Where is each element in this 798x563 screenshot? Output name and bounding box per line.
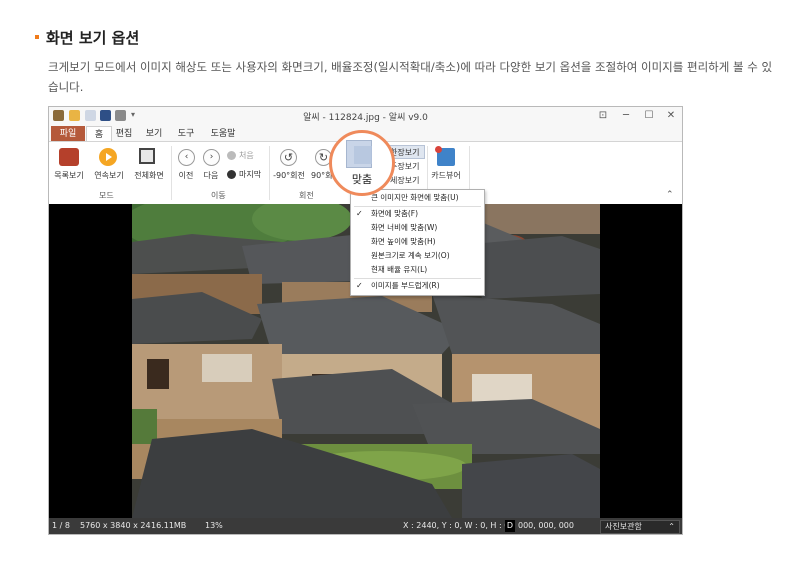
chevron-up-icon: ⌃ (668, 522, 675, 531)
group-divider (171, 146, 172, 200)
menu-item-fit-height[interactable]: 화면 높이에 맞춤(H) (351, 235, 484, 249)
prev-arrow-icon[interactable]: ‹ (178, 149, 195, 166)
first-icon[interactable] (227, 151, 236, 160)
photo-box-button[interactable]: 사진보관함 ⌃ (600, 520, 680, 534)
status-bar: 1 / 8 5760 x 3840 x 24 16.11MB 13% X : 2… (49, 518, 682, 534)
fit-button-callout: 맞춤 (329, 130, 395, 196)
fullscreen-button[interactable]: 전체화면 (129, 170, 169, 181)
menu-item-keep-zoom[interactable]: 현재 배율 유지(L) (351, 263, 484, 277)
cursor-coordinates: X : 2440, Y : 0, W : 0, H : 0 (403, 521, 510, 530)
move-group-label: 이동 (211, 191, 226, 200)
title-bar: ▾ 알씨 - 112824.jpg - 알씨 v9.0 ⊡ ─ ☐ ✕ (49, 107, 682, 125)
menu-item-original-size[interactable]: 원본크기로 계속 보기(O) (351, 249, 484, 263)
checkmark-icon: ✓ (356, 281, 363, 290)
zoom-level: 13% (205, 521, 223, 530)
menu-item-fit-screen[interactable]: ✓ 화면에 맞춤(F) (351, 207, 484, 221)
section-title-text: 화면 보기 옵션 (46, 29, 140, 47)
fullscreen-icon[interactable] (139, 148, 155, 164)
bullet-icon (35, 34, 39, 39)
group-divider (269, 146, 270, 200)
window-title: 알씨 - 112824.jpg - 알씨 v9.0 (303, 113, 428, 123)
fit-icon-layer (354, 146, 372, 164)
menu-item-fit-width[interactable]: 화면 너비에 맞춤(W) (351, 221, 484, 235)
first-button[interactable]: 처음 (239, 150, 254, 161)
last-button[interactable]: 마지막 (239, 169, 261, 180)
prev-button[interactable]: 이전 (174, 170, 198, 181)
rotate-group-label: 회전 (299, 191, 314, 200)
slideshow-icon[interactable] (99, 148, 117, 166)
close-button[interactable]: ✕ (664, 109, 678, 123)
card-viewer-button[interactable]: 카드뷰어 (427, 170, 465, 181)
tab-file[interactable]: 파일 (51, 126, 85, 142)
minimize-button[interactable]: ─ (619, 109, 633, 123)
fit-button[interactable]: 맞춤 (332, 171, 392, 187)
maximize-button[interactable]: ☐ (642, 109, 656, 123)
triple-view-button[interactable]: 세장보기 (390, 175, 419, 186)
restore-ribbon-icon[interactable]: ⊡ (596, 109, 610, 123)
checkmark-icon: ✓ (356, 209, 363, 218)
image-viewer: 큰 이미지만 화면에 맞춤(U) ✓ 화면에 맞춤(F) 화면 너비에 맞춤(W… (49, 189, 682, 518)
list-view-icon[interactable] (59, 148, 79, 166)
tab-edit[interactable]: 편집 (112, 126, 136, 142)
next-arrow-icon[interactable]: › (203, 149, 220, 166)
mode-group-label: 모드 (99, 191, 114, 200)
section-title: 화면 보기 옵션 (35, 27, 139, 48)
file-size: 16.11MB (151, 521, 187, 530)
image-index: 1 / 8 (52, 521, 70, 530)
color-value: 000, 000, 000 (518, 521, 574, 530)
slideshow-button[interactable]: 연속보기 (89, 170, 129, 181)
fit-options-menu: 큰 이미지만 화면에 맞춤(U) ✓ 화면에 맞춤(F) 화면 너비에 맞춤(W… (350, 189, 485, 296)
rotate-left-icon[interactable]: ↺ (280, 149, 297, 166)
menu-item-smooth-image[interactable]: ✓ 이미지를 부드럽게(R) (351, 279, 484, 293)
last-icon[interactable] (227, 170, 236, 179)
list-view-button[interactable]: 목록보기 (49, 170, 89, 181)
rotate-left-button[interactable]: -90°회전 (271, 170, 307, 181)
tab-help[interactable]: 도움말 (206, 126, 240, 142)
section-description: 크게보기 모드에서 이미지 해상도 또는 사용자의 화면크기, 배율조정(일시적… (48, 60, 773, 94)
color-indicator: D (505, 520, 515, 532)
next-button[interactable]: 다음 (199, 170, 223, 181)
tab-tools[interactable]: 도구 (174, 126, 198, 142)
photo-box-label: 사진보관함 (605, 522, 642, 531)
new-badge-icon (435, 146, 442, 153)
play-icon (106, 153, 112, 161)
image-dimensions: 5760 x 3840 x 24 (80, 521, 151, 530)
collapse-ribbon-icon[interactable]: ⌃ (666, 190, 674, 200)
tab-view[interactable]: 보기 (142, 126, 166, 142)
app-window: ▾ 알씨 - 112824.jpg - 알씨 v9.0 ⊡ ─ ☐ ✕ 파일 홈… (48, 106, 683, 535)
